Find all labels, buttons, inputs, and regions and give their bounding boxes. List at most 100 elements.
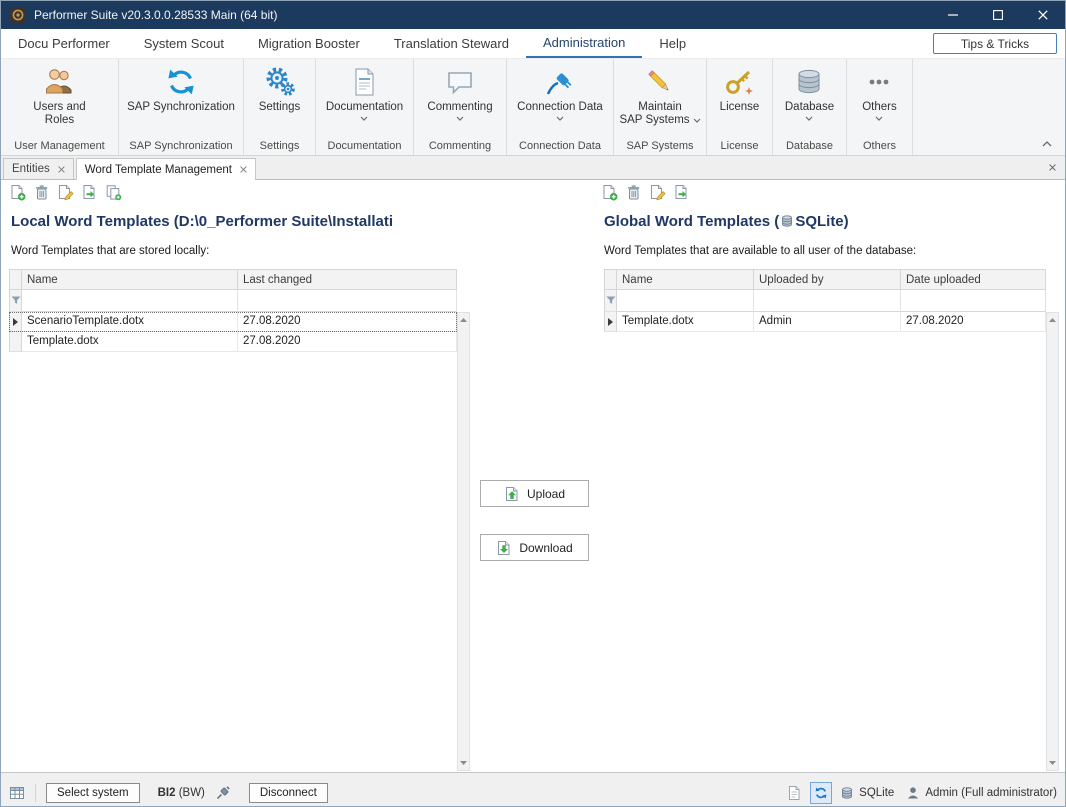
table-row[interactable]: Template.dotx 27.08.2020 [9, 332, 457, 352]
statusbar-separator [35, 784, 36, 802]
global-templates-subtitle: Word Templates that are available to all… [604, 245, 916, 257]
tab-administration[interactable]: Administration [526, 29, 642, 58]
add-template-icon[interactable] [9, 184, 26, 201]
column-header-last-changed[interactable]: Last changed [238, 269, 457, 290]
doc-tab-entities-label: Entities [12, 163, 50, 175]
tips-tricks-button[interactable]: Tips & Tricks [933, 33, 1057, 54]
rename-template-icon[interactable] [57, 184, 74, 201]
content-area: Local Word Templates (D:\0_Performer Sui… [1, 180, 1065, 772]
cell-uploaded-by[interactable]: Admin [754, 312, 901, 332]
ribbon-group-commenting: Commenting Commenting [414, 59, 507, 155]
close-button[interactable] [1020, 1, 1065, 29]
global-templates-toolbar [601, 184, 690, 201]
filter-funnel-icon [9, 290, 22, 312]
local-templates-heading: Local Word Templates (D:\0_Performer Sui… [11, 213, 463, 230]
user-status[interactable]: Admin (Full administrator) [906, 786, 1057, 800]
ellipsis-icon [863, 66, 895, 98]
delete-template-icon[interactable] [33, 184, 50, 201]
column-header-name[interactable]: Name [22, 269, 238, 290]
tab-system-scout[interactable]: System Scout [127, 29, 241, 58]
pencil-icon [644, 66, 676, 98]
minimize-button[interactable] [930, 1, 975, 29]
close-document-button[interactable] [1049, 164, 1056, 171]
row-indicator-header [9, 269, 22, 290]
maintain-sap-label: SAP Systems [619, 114, 689, 126]
chevron-down-icon [360, 116, 368, 121]
scroll-up-icon[interactable] [458, 314, 469, 326]
edit-template-icon[interactable] [673, 184, 690, 201]
local-templates-toolbar [9, 184, 122, 201]
add-template-icon[interactable] [601, 184, 618, 201]
vertical-scrollbar[interactable] [457, 312, 470, 771]
filter-cell-name[interactable] [617, 290, 754, 312]
users-and-roles-button[interactable]: Users and Roles [29, 65, 89, 128]
cell-name[interactable]: ScenarioTemplate.dotx [22, 312, 238, 332]
system-name: BI2 [158, 787, 176, 799]
titlebar: Performer Suite v20.3.0.0.28533 Main (64… [1, 1, 1065, 29]
column-header-uploaded-by[interactable]: Uploaded by [754, 269, 901, 290]
settings-button[interactable]: Settings [255, 65, 305, 115]
cell-name[interactable]: Template.dotx [617, 312, 754, 332]
users-icon [43, 66, 75, 98]
close-tab-icon[interactable] [240, 166, 247, 173]
commenting-button[interactable]: Commenting [423, 65, 496, 122]
documentation-button[interactable]: Documentation [322, 65, 407, 122]
license-button[interactable]: License [716, 65, 764, 115]
close-tab-icon[interactable] [58, 166, 65, 173]
sync-database-button[interactable] [810, 782, 832, 804]
filter-cell-date-uploaded[interactable] [901, 290, 1046, 312]
filter-row [9, 290, 457, 312]
database-button[interactable]: Database [781, 65, 838, 122]
ribbon-group-sap-systems: Maintain SAP Systems SAP Systems [614, 59, 707, 155]
tab-translation-steward[interactable]: Translation Steward [377, 29, 526, 58]
filter-cell-name[interactable] [22, 290, 238, 312]
table-row[interactable]: Template.dotx Admin 27.08.2020 [604, 312, 1046, 332]
table-row[interactable]: ScenarioTemplate.dotx 27.08.2020 [9, 312, 457, 332]
scroll-down-icon[interactable] [458, 757, 469, 769]
document-status-icon[interactable] [786, 785, 802, 801]
group-label-documentation: Documentation [316, 138, 413, 155]
doc-tab-entities[interactable]: Entities [3, 158, 74, 179]
connection-data-icon [544, 66, 576, 98]
download-button[interactable]: Download [480, 534, 589, 561]
group-label-license: License [707, 138, 772, 155]
cell-last-changed[interactable]: 27.08.2020 [238, 312, 457, 332]
cell-date-uploaded[interactable]: 27.08.2020 [901, 312, 1046, 332]
rename-template-icon[interactable] [649, 184, 666, 201]
tab-migration-booster[interactable]: Migration Booster [241, 29, 377, 58]
local-templates-grid: Name Last changed ScenarioTemplate.dotx … [9, 269, 470, 771]
tables-icon[interactable] [9, 785, 25, 801]
gear-icon [264, 66, 296, 98]
cell-name[interactable]: Template.dotx [22, 332, 238, 352]
column-header-date-uploaded[interactable]: Date uploaded [901, 269, 1046, 290]
edit-template-icon[interactable] [81, 184, 98, 201]
sap-sync-icon [165, 66, 197, 98]
cell-last-changed[interactable]: 27.08.2020 [238, 332, 457, 352]
sap-synchronization-button[interactable]: SAP Synchronization [123, 65, 239, 115]
maintain-sap-systems-button[interactable]: Maintain SAP Systems [615, 65, 704, 128]
tab-docu-performer[interactable]: Docu Performer [1, 29, 127, 58]
scroll-up-icon[interactable] [1047, 314, 1058, 326]
disconnect-button[interactable]: Disconnect [249, 783, 328, 803]
database-status[interactable]: SQLite [840, 786, 894, 800]
upload-button[interactable]: Upload [480, 480, 589, 507]
filter-cell-last-changed[interactable] [238, 290, 457, 312]
scroll-down-icon[interactable] [1047, 757, 1058, 769]
group-label-commenting: Commenting [414, 138, 506, 155]
select-system-button[interactable]: Select system [46, 783, 140, 803]
copy-template-icon[interactable] [105, 184, 122, 201]
column-header-name[interactable]: Name [617, 269, 754, 290]
collapse-ribbon-button[interactable] [1039, 137, 1055, 151]
others-button[interactable]: Others [858, 65, 901, 122]
connection-data-button[interactable]: Connection Data [513, 65, 607, 122]
maximize-button[interactable] [975, 1, 1020, 29]
local-templates-subtitle: Word Templates that are stored locally: [11, 245, 209, 257]
vertical-scrollbar[interactable] [1046, 312, 1059, 771]
delete-template-icon[interactable] [625, 184, 642, 201]
group-label-settings: Settings [244, 138, 315, 155]
tab-help[interactable]: Help [642, 29, 703, 58]
filter-cell-uploaded-by[interactable] [754, 290, 901, 312]
doc-tab-word-template-management[interactable]: Word Template Management [76, 158, 256, 180]
ribbon-group-sap-synchronization: SAP Synchronization SAP Synchronization [119, 59, 244, 155]
chevron-down-icon [693, 114, 701, 127]
